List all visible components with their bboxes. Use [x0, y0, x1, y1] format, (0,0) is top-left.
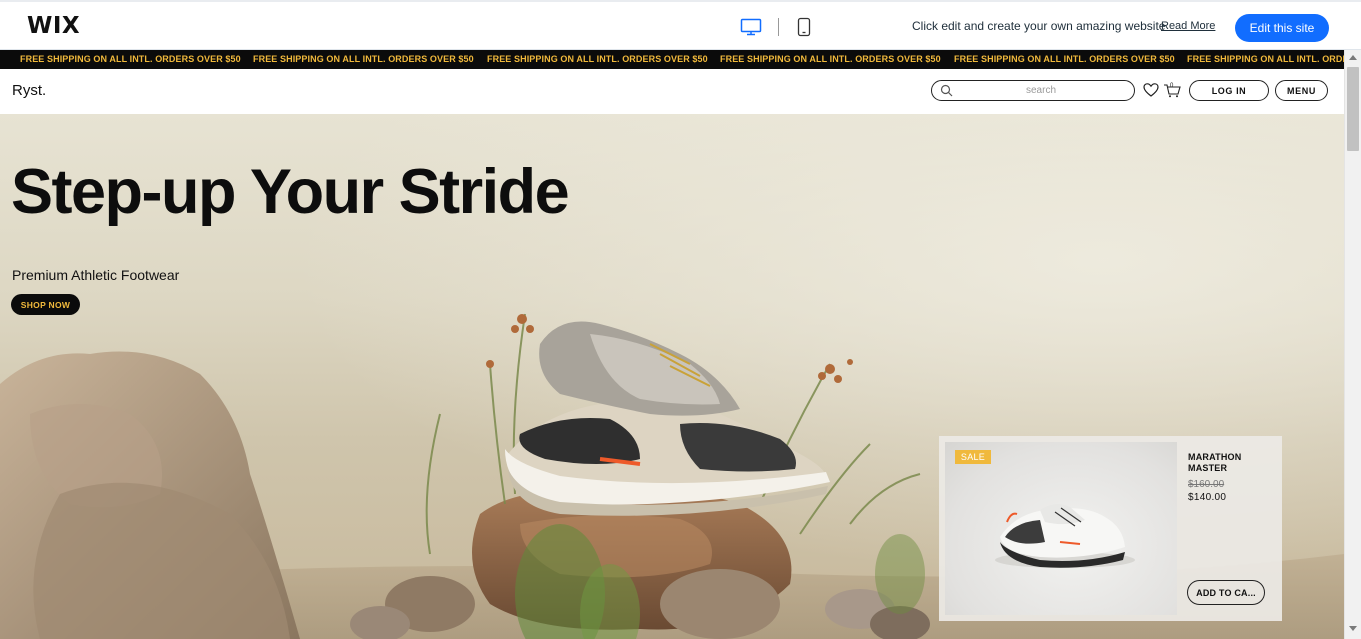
product-price: $140.00	[1188, 492, 1227, 503]
product-shoe-image	[995, 504, 1135, 568]
heart-icon[interactable]	[1143, 82, 1159, 98]
promo-text: Click edit and create your own amazing w…	[912, 19, 1166, 33]
sale-badge: SALE	[955, 450, 991, 464]
search-icon	[940, 84, 953, 97]
product-card[interactable]: SALE MARATHON MASTER $160.00 $140.00 ADD…	[939, 436, 1282, 621]
device-switcher	[740, 16, 815, 38]
product-name[interactable]: MARATHON MASTER	[1188, 452, 1268, 474]
search-input[interactable]	[956, 82, 1126, 99]
read-more-link[interactable]: Read More	[1161, 20, 1215, 32]
announcement-item: FREE SHIPPING ON ALL INTL. ORDERS OVER $…	[720, 54, 941, 64]
device-separator	[778, 18, 779, 36]
menu-button[interactable]: MENU	[1275, 80, 1328, 101]
product-old-price: $160.00	[1188, 479, 1225, 490]
announcement-item: FREE SHIPPING ON ALL INTL. ORDERS OVER $…	[954, 54, 1175, 64]
add-to-cart-button[interactable]: ADD TO CA...	[1187, 580, 1265, 605]
scroll-up-arrow-icon[interactable]	[1349, 55, 1357, 60]
scroll-thumb[interactable]	[1347, 67, 1359, 151]
shop-now-button[interactable]: SHOP NOW	[11, 294, 80, 315]
hero-subtitle: Premium Athletic Footwear	[12, 267, 180, 283]
brand-logo[interactable]: Ryst.	[12, 82, 46, 99]
edit-site-button[interactable]: Edit this site	[1235, 14, 1329, 42]
mobile-icon[interactable]	[793, 16, 815, 38]
hero-title: Step-up Your Stride	[11, 157, 570, 227]
announcement-item: FREE SHIPPING ON ALL INTL. ORDERS OVER $…	[1187, 54, 1344, 64]
cart-count: 0	[1170, 83, 1174, 89]
search-bar[interactable]	[931, 80, 1135, 101]
wix-editor-bar: WIX Click edit and create your own amazi…	[0, 0, 1361, 50]
desktop-icon[interactable]	[740, 16, 762, 38]
login-button[interactable]: LOG IN	[1189, 80, 1269, 101]
announcement-item: FREE SHIPPING ON ALL INTL. ORDERS OVER $…	[487, 54, 708, 64]
site-header: Ryst. 0 LOG IN MENU	[0, 69, 1344, 114]
scroll-down-arrow-icon[interactable]	[1349, 626, 1357, 631]
announcement-item: FREE SHIPPING ON ALL INTL. ORDERS OVER $…	[20, 54, 241, 64]
announcement-ticker: FREE SHIPPING ON ALL INTL. ORDERS OVER $…	[0, 50, 1344, 69]
wix-logo[interactable]: WIX	[27, 13, 80, 39]
announcement-item: FREE SHIPPING ON ALL INTL. ORDERS OVER $…	[253, 54, 474, 64]
product-image[interactable]	[945, 442, 1177, 615]
page-scrollbar[interactable]	[1344, 50, 1361, 639]
